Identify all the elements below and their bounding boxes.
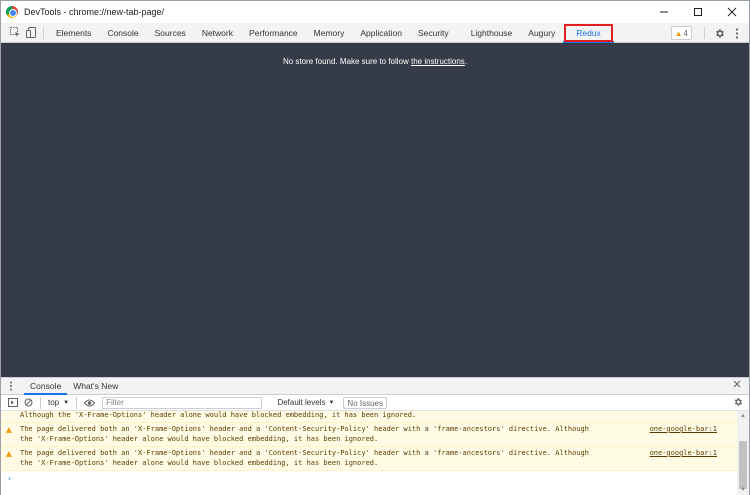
console-scrollbar[interactable]: ▲ ▼	[737, 411, 749, 495]
log-levels-dropdown[interactable]: Default levels ▼	[274, 395, 337, 411]
chrome-logo-icon	[6, 6, 18, 18]
drawer-tab-console[interactable]: Console	[24, 378, 68, 395]
scroll-thumb[interactable]	[739, 441, 747, 489]
no-store-text: No store found. Make sure to follow	[282, 57, 411, 66]
console-prompt[interactable]: ›	[1, 471, 737, 486]
tab-sources[interactable]: Sources	[147, 23, 194, 43]
close-icon	[727, 7, 737, 17]
warning-icon: ▲	[6, 449, 12, 458]
minimize-button[interactable]	[647, 1, 681, 23]
tab-memory[interactable]: Memory	[306, 23, 353, 43]
devtools-toolbar: Elements Console Sources Network Perform…	[1, 23, 749, 43]
more-options-button[interactable]	[729, 25, 745, 41]
console-warning-partial: Although the 'X-Frame-Options' header al…	[1, 411, 737, 423]
close-window-button[interactable]	[715, 1, 749, 23]
tab-elements[interactable]: Elements	[48, 23, 99, 43]
log-levels-value: Default levels	[277, 398, 326, 407]
console-warning: ▲ The page delivered both an 'X-Frame-Op…	[1, 423, 737, 447]
message-line-2: the 'X-Frame-Options' header alone would…	[20, 458, 379, 467]
message-suffix: .	[464, 57, 468, 66]
window-controls	[647, 1, 749, 23]
message-text: Although the 'X-Frame-Options' header al…	[20, 411, 417, 419]
message-line-1: The page delivered both an 'X-Frame-Opti…	[20, 449, 589, 457]
minimize-icon	[660, 11, 668, 13]
source-link[interactable]: one-google-bar:1	[650, 449, 717, 459]
clear-console-button[interactable]	[21, 395, 36, 411]
source-link[interactable]: one-google-bar:1	[650, 425, 717, 435]
inspect-element-icon	[9, 27, 20, 37]
console-toolbar: top ▼ Default levels ▼ No Issues	[1, 395, 749, 411]
console-divider-2	[76, 396, 78, 409]
device-toolbar-button[interactable]	[23, 25, 39, 41]
scroll-up-icon[interactable]: ▲	[739, 413, 747, 419]
drawer-menu-button[interactable]	[4, 378, 18, 394]
tab-performance[interactable]: Performance	[241, 23, 306, 43]
drawer-tabbar: Console What's New	[1, 377, 749, 395]
device-mode-icon	[25, 27, 36, 38]
kebab-menu-icon	[735, 27, 739, 39]
message-line-1: The page delivered both an 'X-Frame-Opti…	[20, 425, 589, 433]
drawer-tab-whats-new[interactable]: What's New	[67, 378, 124, 395]
warning-count: 4	[683, 28, 688, 38]
toolbar-divider	[43, 26, 44, 39]
maximize-button[interactable]	[681, 1, 715, 23]
close-icon	[733, 380, 741, 388]
warnings-counter[interactable]: ▲ 4	[670, 26, 692, 40]
context-selector[interactable]: top ▼	[45, 395, 72, 411]
dropdown-arrow-icon: ▼	[63, 399, 70, 406]
tab-security[interactable]: Security	[410, 23, 457, 43]
console-settings-button[interactable]	[733, 397, 743, 410]
context-value: top	[48, 398, 60, 407]
toolbar-right: ▲ 4	[670, 23, 749, 43]
panel-tabs: Elements Console Sources Network Perform…	[48, 23, 614, 43]
scroll-down-icon[interactable]: ▼	[739, 487, 747, 493]
message-line-2: the 'X-Frame-Options' header alone would…	[20, 434, 379, 443]
console-filter-input[interactable]	[102, 396, 263, 409]
redux-panel: No store found. Make sure to follow the …	[1, 43, 749, 377]
issues-button[interactable]: No Issues	[343, 396, 387, 409]
eye-icon	[84, 399, 96, 406]
gear-icon	[734, 398, 742, 406]
console-divider	[40, 396, 41, 409]
live-expression-button[interactable]	[81, 395, 98, 411]
tab-network[interactable]: Network	[194, 23, 241, 43]
console-messages: Although the 'X-Frame-Options' header al…	[1, 411, 737, 495]
window-title: DevTools - chrome://new-tab-page/	[24, 7, 165, 17]
toolbar-divider-right	[704, 27, 705, 39]
settings-button[interactable]	[709, 25, 729, 41]
maximize-icon	[694, 8, 702, 16]
tab-console[interactable]: Console	[99, 23, 146, 43]
drawer-close-button[interactable]	[733, 380, 741, 391]
no-store-message: No store found. Make sure to follow the …	[1, 57, 749, 66]
show-sidebar-button[interactable]	[5, 395, 21, 411]
tab-lighthouse[interactable]: Lighthouse	[457, 23, 521, 43]
tab-application[interactable]: Application	[352, 23, 410, 43]
devtools-window: DevTools - chrome://new-tab-page/ Elemen…	[0, 0, 750, 495]
warning-icon: ▲	[6, 425, 12, 434]
gear-icon	[715, 28, 724, 38]
sidebar-toggle-icon	[8, 398, 18, 407]
instructions-link[interactable]: the instructions	[411, 57, 465, 66]
console-warning: ▲ The page delivered both an 'X-Frame-Op…	[1, 447, 737, 471]
dropdown-arrow-icon: ▼	[328, 399, 335, 406]
clear-console-icon	[24, 398, 33, 407]
warning-icon: ▲	[674, 28, 683, 38]
inspect-element-button[interactable]	[7, 25, 23, 41]
tab-augury[interactable]: Augury	[520, 23, 563, 43]
tab-redux[interactable]: Redux	[563, 23, 614, 43]
kebab-menu-icon	[10, 381, 12, 391]
title-bar: DevTools - chrome://new-tab-page/	[1, 1, 749, 23]
